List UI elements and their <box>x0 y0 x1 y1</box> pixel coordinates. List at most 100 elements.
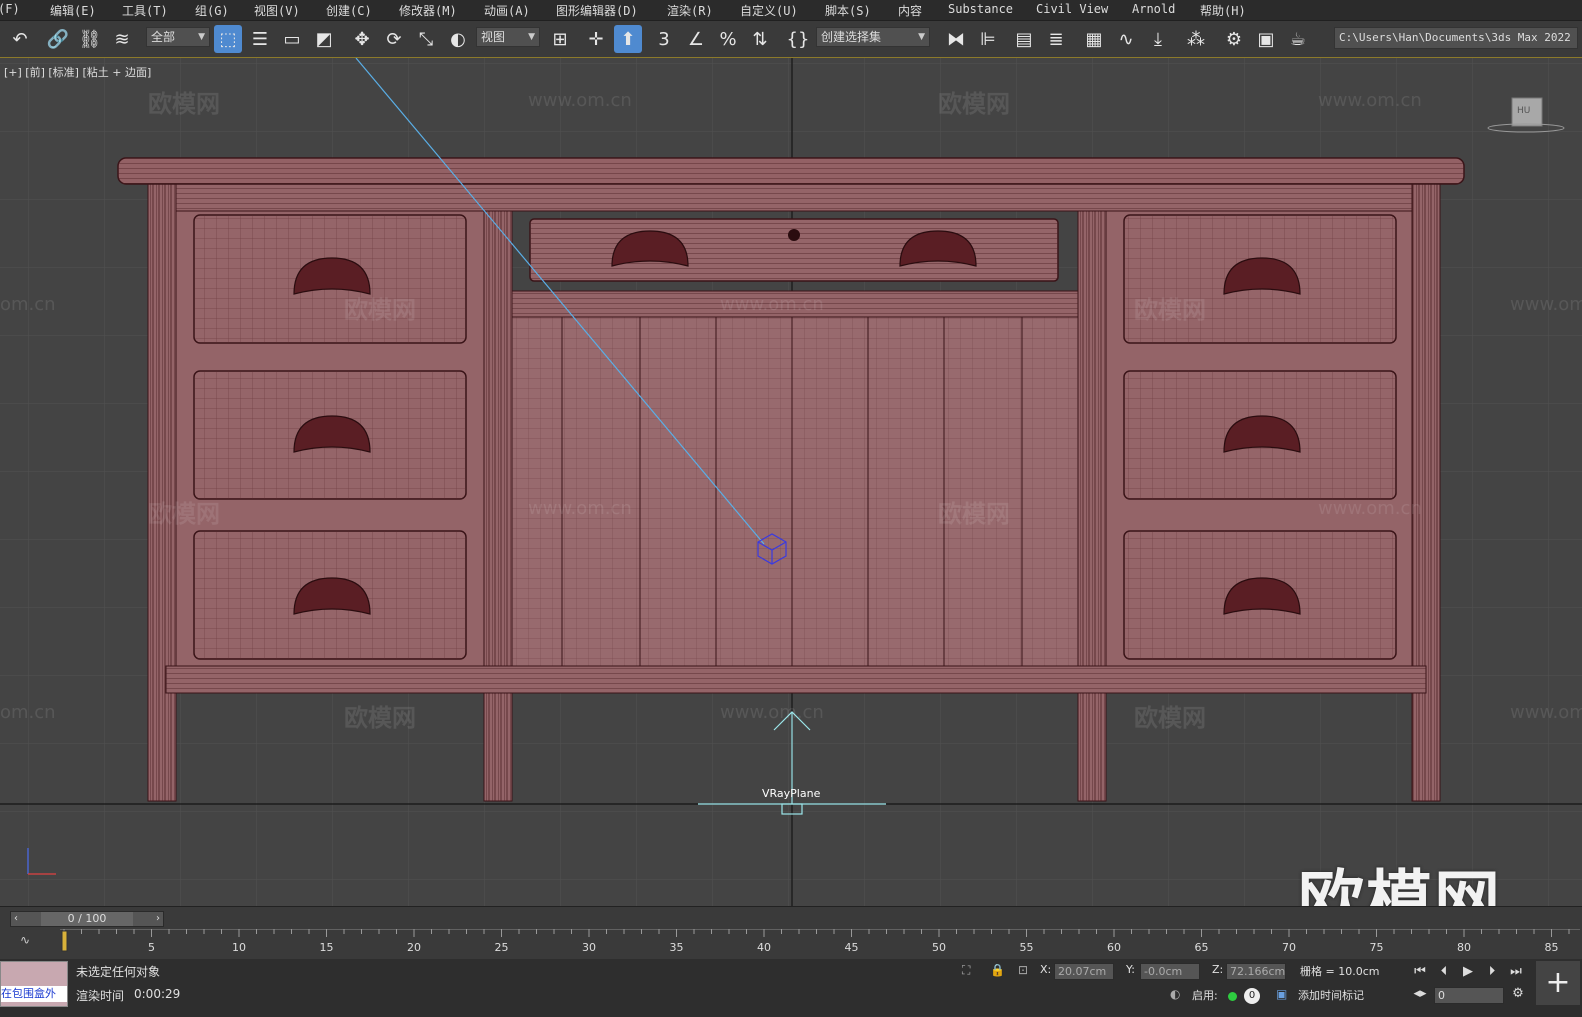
menu-arnold[interactable]: Arnold <box>1132 2 1175 16</box>
bind-spacewarp-icon[interactable]: ≋ <box>108 25 136 53</box>
lock-icon[interactable]: 🔒 <box>990 963 1005 977</box>
timeline-tick-label: 65 <box>1194 941 1209 954</box>
absolute-mode-icon[interactable]: ⊡ <box>1018 963 1028 977</box>
menu-scripting[interactable]: 脚本(S) <box>825 2 871 19</box>
mirror-icon[interactable]: ⧓ <box>942 25 970 53</box>
chevron-right-icon[interactable]: › <box>156 912 160 926</box>
desk-leg-wire <box>148 183 176 801</box>
undo-icon[interactable]: ↶ <box>6 25 34 53</box>
scene-explorer-icon[interactable]: ▤ <box>1010 25 1038 53</box>
watermark-url: www.om.cn <box>1318 90 1422 111</box>
watermark-url: www.om.cn <box>720 294 824 315</box>
maxscript-listener[interactable]: 在包围盒外 <box>0 961 68 1007</box>
menu-views[interactable]: 视图(V) <box>254 2 300 19</box>
menu-edit[interactable]: 编辑(E) <box>50 2 96 19</box>
menu-graph-editors[interactable]: 图形编辑器(D) <box>556 2 638 19</box>
toggle-ribbon-icon[interactable]: ▦ <box>1080 25 1108 53</box>
dope-sheet-icon[interactable]: ⤓ <box>1144 25 1172 53</box>
key-mode-icon[interactable]: ◂▸ <box>1410 985 1430 1003</box>
project-path-field[interactable]: C:\Users\Han\Documents\3ds Max 2022 <box>1334 27 1578 49</box>
menu-substance[interactable]: Substance <box>948 2 1013 16</box>
add-button[interactable]: + <box>1536 961 1580 1005</box>
y-coord-field[interactable]: -0.0cm <box>1140 963 1200 980</box>
ref-coord-dropdown[interactable]: 视图 ▼ <box>476 27 540 47</box>
timeline-tick-label: 60 <box>1107 941 1121 954</box>
watermark-url: www.om.cn <box>1318 498 1422 519</box>
main-toolbar: ↶ 🔗 ⛓ ≋ 全部 ▼ ⬚ ☰ ▭ ◩ ✥ ⟳ ⤡ ◐ 视图 ▼ ⊞ ✛ ⬆ 3 … <box>0 21 1582 59</box>
watermark-url: www.om.cn <box>528 498 632 519</box>
goto-start-icon[interactable]: ⏮ <box>1410 963 1430 981</box>
menu-content[interactable]: 内容 <box>898 2 922 19</box>
timeline-tick-label: 45 <box>844 941 859 954</box>
front-viewport[interactable]: [+] [前] [标准] [粘土 + 边面] HU 欧模网 欧模网 欧模网 欧模… <box>0 58 1582 906</box>
menu-help[interactable]: 帮助(H) <box>1200 2 1246 19</box>
timeline-tick-label: 70 <box>1282 941 1296 954</box>
grid-size-text: 栅格 = 10.0cm <box>1300 965 1380 978</box>
watermark-text: 欧模网 <box>344 704 416 732</box>
play-icon[interactable]: ▶ <box>1458 963 1478 981</box>
menu-civil-view[interactable]: Civil View <box>1036 2 1108 16</box>
render-setup-icon[interactable]: ⚙ <box>1220 25 1248 53</box>
select-by-name-icon[interactable]: ☰ <box>246 25 274 53</box>
goto-end-icon[interactable]: ⏭ <box>1506 963 1526 981</box>
menu-animation[interactable]: 动画(A) <box>484 2 530 19</box>
render-time-label: 渲染时间 <box>76 989 125 1003</box>
layer-explorer-icon[interactable]: ≣ <box>1042 25 1070 53</box>
spinner-snap-icon[interactable]: ⇅ <box>746 25 774 53</box>
current-frame-field[interactable]: 0 <box>1434 987 1504 1004</box>
viewport-label[interactable]: [+] [前] [标准] [粘土 + 边面] <box>4 64 151 80</box>
z-coord-field[interactable]: 72.166cm <box>1226 963 1286 980</box>
menu-rendering[interactable]: 渲染(R) <box>667 2 713 19</box>
center-drawer-wire <box>530 219 1058 281</box>
y-label: Y: <box>1126 963 1135 976</box>
watermark-text: 欧模网 <box>938 90 1010 118</box>
menu-group[interactable]: 组(G) <box>195 2 229 19</box>
chevron-down-icon: ▼ <box>918 32 925 42</box>
edit-named-sets-icon[interactable]: {} <box>784 25 812 53</box>
rotate-icon[interactable]: ⟳ <box>380 25 408 53</box>
chevron-down-icon: ▼ <box>198 32 205 42</box>
keyboard-shortcut-override-icon[interactable]: ⬆ <box>614 25 642 53</box>
unlink-icon[interactable]: ⛓ <box>76 25 104 53</box>
top-apron-wire <box>176 183 1412 211</box>
link-icon[interactable]: 🔗 <box>44 25 72 53</box>
desk-leg-wire <box>1412 183 1440 801</box>
scale-icon[interactable]: ⤡ <box>412 25 440 53</box>
timeline-tick-labels: 5 10 15 20 25 30 35 40 45 50 55 60 65 70 75 80 85 <box>60 929 1580 955</box>
chevron-left-icon[interactable]: ‹ <box>14 912 18 926</box>
angle-snap-icon[interactable]: ∠ <box>682 25 710 53</box>
menu-create[interactable]: 创建(C) <box>326 2 372 19</box>
isolate-icon[interactable]: ⛶ <box>962 963 970 978</box>
time-slider[interactable]: ‹ 0 / 100 › <box>10 911 164 927</box>
select-manipulate-toggle-icon[interactable]: ✛ <box>582 25 610 53</box>
menu-tools[interactable]: 工具(T) <box>122 2 168 19</box>
percent-snap-icon[interactable]: % <box>714 25 742 53</box>
add-time-tag[interactable]: 添加时间标记 <box>1298 987 1364 1003</box>
rect-region-icon[interactable]: ▭ <box>278 25 306 53</box>
schematic-view-icon[interactable]: ⁂ <box>1182 25 1210 53</box>
use-pivot-icon[interactable]: ⊞ <box>546 25 574 53</box>
prev-frame-icon[interactable]: ⏴ <box>1434 963 1454 981</box>
named-selection-dropdown[interactable]: 创建选择集 ▼ <box>816 27 930 47</box>
render-frame-icon[interactable]: ▣ <box>1252 25 1280 53</box>
align-icon[interactable]: ⊫ <box>974 25 1002 53</box>
select-manipulate-icon[interactable]: ◐ <box>444 25 472 53</box>
time-tag-icon[interactable]: ▣ <box>1276 987 1287 1001</box>
menu-file[interactable]: (F) <box>0 2 20 16</box>
window-crossing-icon[interactable]: ◩ <box>310 25 338 53</box>
select-object-icon[interactable]: ⬚ <box>214 25 242 53</box>
menu-modifiers[interactable]: 修改器(M) <box>399 2 457 19</box>
time-config-icon[interactable]: ⚙ <box>1508 985 1528 1003</box>
x-coord-field[interactable]: 20.07cm <box>1054 963 1114 980</box>
menu-customize[interactable]: 自定义(U) <box>740 2 798 19</box>
next-frame-icon[interactable]: ⏵ <box>1482 963 1502 981</box>
menu-bar: (F) 编辑(E) 工具(T) 组(G) 视图(V) 创建(C) 修改器(M) … <box>0 0 1582 21</box>
render-production-icon[interactable]: ☕ <box>1284 25 1312 53</box>
curve-editor-icon[interactable]: ∿ <box>1112 25 1140 53</box>
snap-toggle-icon[interactable]: 3 <box>650 25 678 53</box>
adaptive-degradation-icon[interactable]: ◐ <box>1170 987 1180 1001</box>
curve-editor-mini-icon[interactable]: ∿ <box>20 933 30 947</box>
move-icon[interactable]: ✥ <box>348 25 376 53</box>
selection-filter-dropdown[interactable]: 全部 ▼ <box>146 27 210 47</box>
bottom-rail-wire <box>166 666 1426 693</box>
